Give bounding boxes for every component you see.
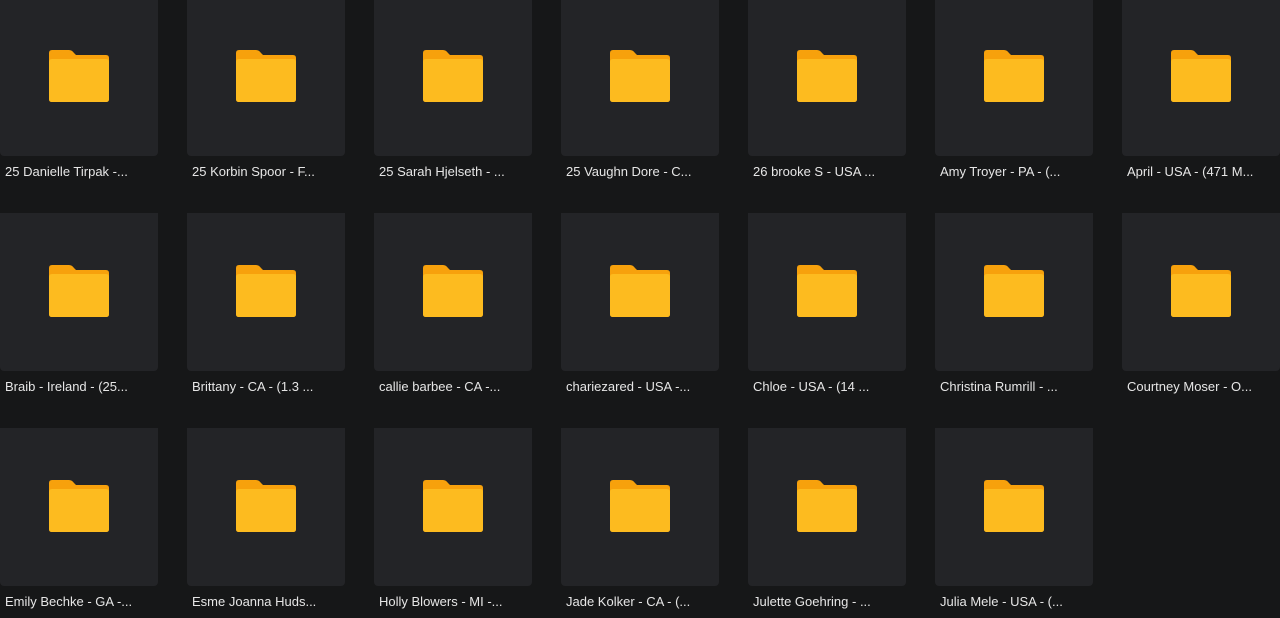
folder-icon — [49, 50, 109, 102]
folder-icon — [984, 265, 1044, 317]
folder-item[interactable]: Holly Blowers - MI -... — [374, 428, 532, 609]
folder-thumbnail — [561, 0, 719, 156]
folder-icon — [797, 480, 857, 532]
folder-item[interactable]: Julia Mele - USA - (... — [935, 428, 1093, 609]
folder-item[interactable]: Julette Goehring - ... — [748, 428, 906, 609]
folder-icon — [423, 50, 483, 102]
folder-name: April - USA - (471 M... — [1127, 164, 1254, 179]
folder-icon — [49, 480, 109, 532]
folder-thumbnail — [561, 428, 719, 586]
folder-name: 25 Sarah Hjelseth - ... — [379, 164, 505, 179]
folder-item[interactable]: callie barbee - CA -... — [374, 213, 532, 394]
folder-name: Christina Rumrill - ... — [940, 379, 1058, 394]
folder-name: Chloe - USA - (14 ... — [753, 379, 870, 394]
folder-thumbnail — [935, 0, 1093, 156]
folder-thumbnail — [1122, 0, 1280, 156]
folder-icon — [610, 480, 670, 532]
folder-icon — [984, 480, 1044, 532]
folder-item[interactable]: 25 Korbin Spoor - F... — [187, 0, 345, 179]
folder-icon — [236, 50, 296, 102]
folder-item[interactable]: 25 Sarah Hjelseth - ... — [374, 0, 532, 179]
folder-item[interactable]: Amy Troyer - PA - (... — [935, 0, 1093, 179]
folder-name: 25 Danielle Tirpak -... — [5, 164, 128, 179]
folder-thumbnail — [374, 0, 532, 156]
folder-name: Julette Goehring - ... — [753, 594, 871, 609]
folder-grid: 25 Danielle Tirpak -... 25 Korbin Spoor … — [0, 0, 1280, 609]
folder-thumbnail — [187, 213, 345, 371]
folder-thumbnail — [748, 213, 906, 371]
folder-thumbnail — [748, 0, 906, 156]
folder-thumbnail — [935, 428, 1093, 586]
folder-item[interactable]: 25 Danielle Tirpak -... — [0, 0, 158, 179]
folder-item[interactable]: Braib - Ireland - (25... — [0, 213, 158, 394]
folder-name: Emily Bechke - GA -... — [5, 594, 133, 609]
folder-item[interactable]: Courtney Moser - O... — [1122, 213, 1280, 394]
folder-icon — [610, 50, 670, 102]
folder-name: 25 Korbin Spoor - F... — [192, 164, 315, 179]
folder-thumbnail — [187, 428, 345, 586]
folder-icon — [423, 265, 483, 317]
folder-name: Esme Joanna Huds... — [192, 594, 317, 609]
folder-icon — [984, 50, 1044, 102]
folder-item[interactable]: 25 Vaughn Dore - C... — [561, 0, 719, 179]
folder-thumbnail — [0, 213, 158, 371]
folder-item[interactable]: Emily Bechke - GA -... — [0, 428, 158, 609]
folder-item[interactable]: Jade Kolker - CA - (... — [561, 428, 719, 609]
folder-name: chariezared - USA -... — [566, 379, 691, 394]
folder-name: Courtney Moser - O... — [1127, 379, 1252, 394]
folder-thumbnail — [0, 0, 158, 156]
folder-icon — [1171, 50, 1231, 102]
folder-thumbnail — [935, 213, 1093, 371]
folder-item[interactable]: Christina Rumrill - ... — [935, 213, 1093, 394]
folder-thumbnail — [374, 428, 532, 586]
folder-icon — [423, 480, 483, 532]
folder-item[interactable]: Esme Joanna Huds... — [187, 428, 345, 609]
folder-name: Holly Blowers - MI -... — [379, 594, 503, 609]
folder-name: 26 brooke S - USA ... — [753, 164, 876, 179]
folder-name: 25 Vaughn Dore - C... — [566, 164, 692, 179]
folder-name: Brittany - CA - (1.3 ... — [192, 379, 314, 394]
folder-name: Julia Mele - USA - (... — [940, 594, 1063, 609]
folder-icon — [610, 265, 670, 317]
folder-item[interactable]: Chloe - USA - (14 ... — [748, 213, 906, 394]
folder-icon — [236, 480, 296, 532]
folder-name: callie barbee - CA -... — [379, 379, 501, 394]
folder-icon — [49, 265, 109, 317]
folder-item[interactable]: Brittany - CA - (1.3 ... — [187, 213, 345, 394]
folder-name: Amy Troyer - PA - (... — [940, 164, 1061, 179]
folder-name: Jade Kolker - CA - (... — [566, 594, 691, 609]
folder-thumbnail — [748, 428, 906, 586]
folder-thumbnail — [1122, 213, 1280, 371]
folder-thumbnail — [0, 428, 158, 586]
folder-icon — [236, 265, 296, 317]
folder-thumbnail — [561, 213, 719, 371]
folder-icon — [797, 265, 857, 317]
folder-icon — [1171, 265, 1231, 317]
folder-item[interactable]: April - USA - (471 M... — [1122, 0, 1280, 179]
folder-item[interactable]: 26 brooke S - USA ... — [748, 0, 906, 179]
folder-name: Braib - Ireland - (25... — [5, 379, 128, 394]
folder-icon — [797, 50, 857, 102]
folder-thumbnail — [374, 213, 532, 371]
folder-item[interactable]: chariezared - USA -... — [561, 213, 719, 394]
folder-thumbnail — [187, 0, 345, 156]
